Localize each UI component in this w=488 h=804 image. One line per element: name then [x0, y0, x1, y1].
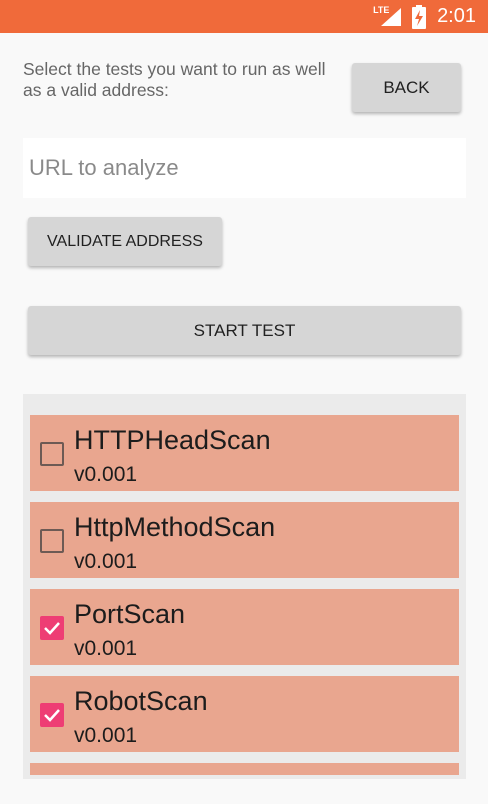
- status-time: 2:01: [437, 5, 476, 27]
- checkbox-checked-icon[interactable]: [40, 616, 64, 640]
- back-button[interactable]: BACK: [352, 63, 461, 112]
- battery-charging-icon: [411, 4, 427, 29]
- test-version: v0.001: [74, 550, 138, 573]
- test-name: RobotScan: [74, 686, 208, 716]
- cell-signal-icon: LTE: [373, 4, 403, 28]
- start-test-button[interactable]: START TEST: [28, 306, 461, 355]
- test-list-item-partial[interactable]: [30, 763, 459, 775]
- test-name: PortScan: [74, 599, 186, 629]
- test-selection-screen: Select the tests you want to run as well…: [0, 33, 488, 804]
- instructions-text: Select the tests you want to run as well…: [23, 59, 326, 100]
- test-list-item[interactable]: PortScan v0.001: [30, 589, 459, 665]
- network-type-label: LTE: [373, 4, 390, 15]
- checkbox-unchecked-icon[interactable]: [40, 529, 64, 553]
- checkbox-unchecked-icon[interactable]: [40, 442, 64, 466]
- test-version: v0.001: [74, 724, 138, 747]
- test-list-item[interactable]: RobotScan v0.001: [30, 676, 459, 752]
- validate-address-button[interactable]: VALIDATE ADDRESS: [28, 217, 222, 266]
- test-list[interactable]: HTTPHeadScan v0.001 HttpMethodScan v0.001 Po…: [23, 394, 466, 779]
- test-name: HttpMethodScan: [74, 512, 276, 542]
- test-version: v0.001: [74, 637, 138, 660]
- test-name: HTTPHeadScan: [74, 425, 271, 455]
- test-list-item[interactable]: HTTPHeadScan v0.001: [30, 415, 459, 491]
- status-bar: LTE 2:01: [0, 0, 488, 33]
- status-icons: LTE 2:01: [373, 0, 476, 33]
- checkbox-checked-icon[interactable]: [40, 703, 64, 727]
- url-input[interactable]: [23, 138, 466, 198]
- test-version: v0.001: [74, 463, 138, 486]
- test-list-item[interactable]: HttpMethodScan v0.001: [30, 502, 459, 578]
